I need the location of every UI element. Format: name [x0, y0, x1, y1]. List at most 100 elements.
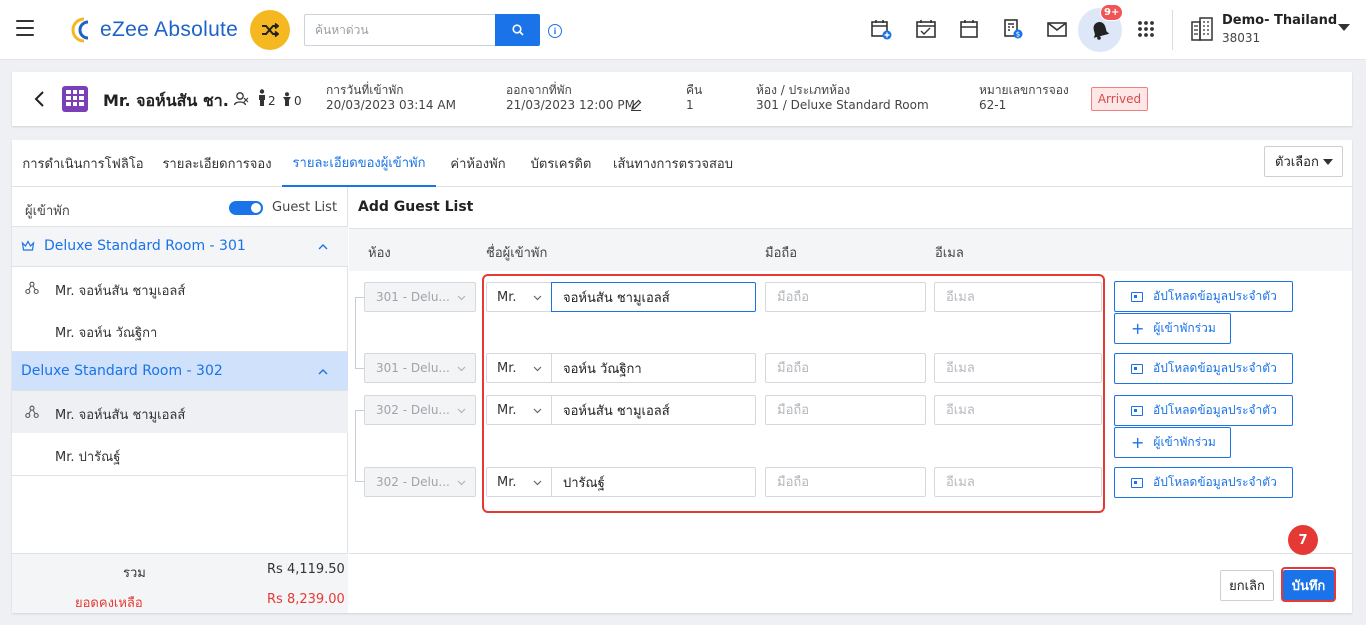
options-label: ตัวเลือก: [1275, 155, 1319, 170]
column-header-mobile: มือถือ: [765, 246, 798, 261]
add-cohabitant-button[interactable]: + ผู้เข้าพักร่วม: [1114, 313, 1231, 344]
chevron-down-icon: [457, 480, 466, 486]
billing-icon[interactable]: $: [1002, 18, 1024, 40]
tab-credit-card[interactable]: บัตรเครดิต: [531, 140, 592, 187]
upload-id-button[interactable]: อัปโหลดข้อมูลประจำตัว: [1114, 281, 1293, 312]
guest-name: Mr. จอห์นสัน ชา...: [103, 91, 229, 110]
search-icon: [511, 24, 524, 36]
salutation-value: Mr.: [497, 475, 517, 490]
hotel-name[interactable]: Demo- Thailand: [1222, 13, 1337, 28]
add-guest-list-title: Add Guest List: [358, 199, 474, 215]
menu-icon[interactable]: [16, 20, 34, 36]
options-caret-icon: [1323, 159, 1333, 165]
mobile-input[interactable]: [765, 353, 926, 383]
calendar-icon[interactable]: [958, 18, 980, 40]
shuffle-button[interactable]: [250, 10, 290, 50]
edit-pencil-icon[interactable]: [630, 99, 642, 111]
guest-list-item[interactable]: Mr. จอห์น วัณฐิกา: [12, 309, 348, 352]
calendar-add-icon[interactable]: [870, 18, 892, 40]
guest-name-input[interactable]: [551, 395, 756, 425]
email-input[interactable]: [934, 353, 1102, 383]
room-group-302[interactable]: Deluxe Standard Room - 302: [12, 352, 348, 391]
bell-icon: [1093, 22, 1110, 40]
guest-list-item[interactable]: Mr. ปารัณฐ์: [12, 433, 348, 476]
guest-sidebar-header: ผู้เข้าพัก Guest List: [12, 187, 348, 227]
notification-badge: 9+: [1100, 4, 1124, 21]
main-card: การดำเนินการโฟลิโอ รายละเอียดการจอง รายล…: [12, 140, 1352, 613]
top-divider: [1172, 10, 1173, 50]
apps-grid-icon[interactable]: [1135, 18, 1157, 40]
guest-list-name: Mr. จอห์นสัน ชามูเอลส์: [55, 284, 186, 299]
room-group-label: Deluxe Standard Room - 302: [21, 363, 223, 379]
chevron-down-icon: [457, 295, 466, 301]
totals-panel: รวม Rs 4,119.50 ยอดคงเหลือ Rs 8,239.00: [12, 553, 348, 613]
room-select-value: 302 - Delu...: [376, 475, 450, 489]
shuffle-icon: [262, 23, 279, 37]
upload-id-button[interactable]: อัปโหลดข้อมูลประจำตัว: [1114, 395, 1293, 426]
info-icon[interactable]: i: [548, 24, 562, 38]
guest-list-name: Mr. ปารัณฐ์: [55, 450, 121, 465]
guest-name-input[interactable]: [551, 467, 756, 497]
email-input[interactable]: [934, 282, 1102, 312]
guest-list-name: Mr. จอห์น วัณฐิกา: [55, 326, 158, 341]
email-input[interactable]: [934, 467, 1102, 497]
ezee-logo-icon: [71, 17, 89, 43]
salutation-select[interactable]: Mr.: [486, 353, 552, 383]
child-icon: [283, 92, 291, 106]
tab-room-charges[interactable]: ค่าห้องพัก: [450, 140, 506, 187]
tab-guest-details[interactable]: รายละเอียดของผู้เข้าพัก: [282, 140, 436, 187]
guest-list-toggle[interactable]: [229, 201, 263, 215]
room-group-301[interactable]: Deluxe Standard Room - 301: [12, 227, 348, 267]
search-input[interactable]: [304, 14, 496, 46]
options-dropdown[interactable]: ตัวเลือก: [1264, 146, 1343, 177]
save-button[interactable]: บันทึก: [1283, 570, 1334, 601]
guest-list-editor: Add Guest List ห้อง ชื่อผู้เข้าพัก มือถื…: [349, 187, 1352, 613]
upload-id-button[interactable]: อัปโหลดข้อมูลประจำตัว: [1114, 467, 1293, 498]
child-count: 0: [294, 94, 302, 108]
salutation-select[interactable]: Mr.: [486, 467, 552, 497]
cancel-button[interactable]: ยกเลิก: [1220, 570, 1274, 601]
salutation-value: Mr.: [497, 361, 517, 376]
salutation-select[interactable]: Mr.: [486, 282, 552, 312]
tab-audit-trail[interactable]: เส้นทางการตรวจสอบ: [613, 140, 733, 187]
guest-list-item[interactable]: Mr. จอห์นสัน ชามูเอลส์: [12, 267, 348, 309]
room-select-value: 301 - Delu...: [376, 361, 450, 375]
svg-text:$: $: [1016, 31, 1020, 39]
id-card-icon: [1131, 477, 1143, 488]
mobile-input[interactable]: [765, 395, 926, 425]
mobile-input[interactable]: [765, 282, 926, 312]
hotel-code: 38031: [1222, 31, 1261, 45]
search-button[interactable]: [495, 14, 540, 46]
room-select-value: 301 - Delu...: [376, 290, 450, 304]
chevron-up-icon: [318, 369, 328, 375]
salutation-select[interactable]: Mr.: [486, 395, 552, 425]
app-logo[interactable]: eZee Absolute: [66, 14, 238, 46]
chevron-up-icon: [318, 244, 328, 250]
hotel-dropdown-caret-icon[interactable]: [1338, 24, 1350, 31]
guest-name-input[interactable]: [551, 353, 756, 383]
guest-profile-icon[interactable]: [233, 91, 249, 107]
tab-folio-operations[interactable]: การดำเนินการโฟลิโอ: [22, 140, 143, 187]
building-icon: [62, 86, 88, 112]
upload-id-button[interactable]: อัปโหลดข้อมูลประจำตัว: [1114, 353, 1293, 384]
mobile-input[interactable]: [765, 467, 926, 497]
logo-text: eZee Absolute: [100, 18, 239, 41]
add-cohabitant-button[interactable]: + ผู้เข้าพักร่วม: [1114, 427, 1231, 458]
back-arrow-icon[interactable]: [32, 89, 48, 109]
room-group-label: Deluxe Standard Room - 301: [44, 238, 246, 254]
tab-booking-details[interactable]: รายละเอียดการจอง: [162, 140, 271, 187]
room-select: 301 - Delu...: [364, 282, 476, 312]
upload-id-label: อัปโหลดข้อมูลประจำตัว: [1153, 403, 1277, 417]
room-select: 302 - Delu...: [364, 467, 476, 497]
upload-id-label: อัปโหลดข้อมูลประจำตัว: [1153, 289, 1277, 303]
mail-icon[interactable]: [1046, 18, 1068, 40]
upload-id-label: อัปโหลดข้อมูลประจำตัว: [1153, 361, 1277, 375]
guest-list-item[interactable]: Mr. จอห์นสัน ชามูเอลส์: [12, 391, 348, 433]
guest-group-icon: [25, 281, 39, 295]
guest-name-input[interactable]: [551, 282, 756, 312]
guests-label: ผู้เข้าพัก: [25, 204, 70, 219]
arrival-value: 20/03/2023 03:14 AM: [326, 98, 456, 112]
calendar-check-icon[interactable]: [915, 18, 937, 40]
crown-icon: [21, 240, 35, 251]
email-input[interactable]: [934, 395, 1102, 425]
